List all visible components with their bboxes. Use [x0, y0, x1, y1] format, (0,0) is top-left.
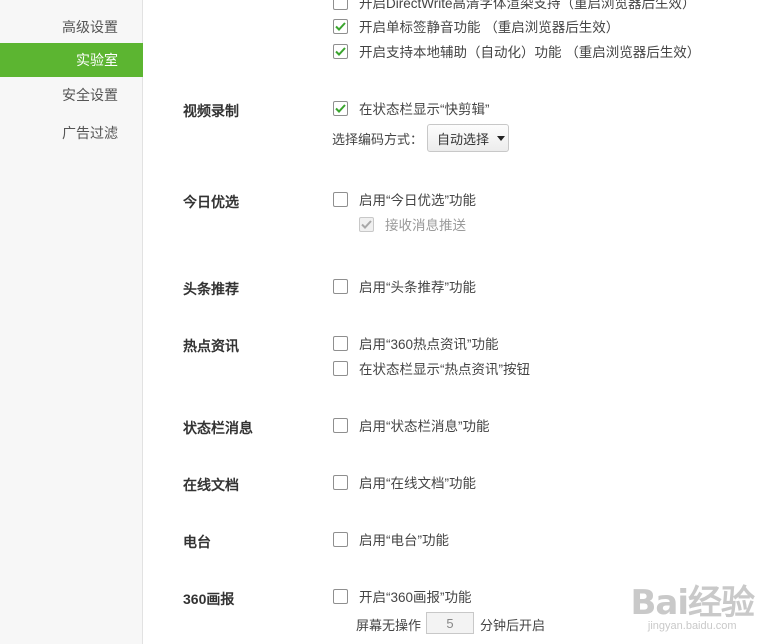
pictorial-checkbox[interactable]	[333, 588, 348, 604]
statusbar-message-checkbox[interactable]	[333, 417, 348, 433]
local-assist-label: 开启支持本地辅助（自动化）功能 （重启浏览器后生效）	[359, 45, 701, 60]
headline-title: 头条推荐	[183, 281, 239, 297]
hot-news-checkbox[interactable]	[333, 335, 348, 351]
tab-mute-checkbox[interactable]	[333, 18, 348, 34]
tab-mute-label: 开启单标签静音功能 （重启浏览器后生效）	[359, 20, 620, 35]
daily-picks-checkbox[interactable]	[333, 191, 348, 207]
tab-mute-option[interactable]: 开启单标签静音功能 （重启浏览器后生效）	[333, 16, 619, 36]
video-recording-title: 视频录制	[183, 103, 239, 119]
sidebar: 高级设置 实验室 安全设置 广告过滤	[0, 0, 143, 644]
baidu-jingyan-watermark: Bai经验 jingyan.baidu.com	[630, 583, 755, 632]
receive-push-label: 接收消息推送	[385, 218, 466, 233]
chevron-down-icon	[497, 135, 506, 141]
radio-option[interactable]: 启用“电台”功能	[333, 529, 449, 549]
statusbar-message-label: 启用“状态栏消息”功能	[359, 419, 490, 434]
statusbar-message-option[interactable]: 启用“状态栏消息”功能	[333, 415, 490, 435]
pictorial-label: 开启“360画报”功能	[359, 590, 472, 605]
watermark-logo: Bai经验	[630, 583, 755, 623]
daily-picks-option[interactable]: 启用“今日优选”功能	[333, 189, 476, 209]
watermark-url: jingyan.baidu.com	[647, 620, 737, 632]
headline-label: 启用“头条推荐”功能	[359, 280, 476, 295]
hot-news-label: 启用“360热点资讯”功能	[359, 337, 499, 352]
online-docs-title: 在线文档	[183, 477, 239, 493]
quick-clip-checkbox[interactable]	[333, 100, 348, 116]
local-assist-checkbox[interactable]	[333, 43, 348, 59]
online-docs-label: 启用“在线文档”功能	[359, 476, 476, 491]
sidebar-item-ad-filter[interactable]: 广告过滤	[0, 116, 143, 150]
local-assist-option[interactable]: 开启支持本地辅助（自动化）功能 （重启浏览器后生效）	[333, 41, 700, 61]
hot-news-option[interactable]: 启用“360热点资讯”功能	[333, 333, 499, 353]
statusbar-message-title: 状态栏消息	[183, 420, 253, 436]
headline-checkbox[interactable]	[333, 278, 348, 294]
headline-option[interactable]: 启用“头条推荐”功能	[333, 276, 476, 296]
receive-push-checkbox[interactable]	[359, 216, 374, 232]
directwrite-checkbox[interactable]	[333, 0, 348, 10]
idle-minutes-input[interactable]	[426, 612, 474, 634]
online-docs-checkbox[interactable]	[333, 474, 348, 490]
encoding-label: 选择编码方式：	[332, 132, 424, 147]
online-docs-option[interactable]: 启用“在线文档”功能	[333, 472, 476, 492]
quick-clip-option[interactable]: 在状态栏显示“快剪辑”	[333, 98, 490, 118]
hot-news-button-checkbox[interactable]	[333, 360, 348, 376]
pictorial-title: 360画报	[183, 591, 235, 607]
radio-checkbox[interactable]	[333, 531, 348, 547]
encoding-value: 自动选择	[437, 131, 490, 147]
pictorial-option[interactable]: 开启“360画报”功能	[333, 586, 472, 606]
hot-news-title: 热点资讯	[183, 338, 239, 354]
encoding-select[interactable]: 自动选择	[427, 124, 509, 152]
sidebar-item-lab[interactable]: 实验室	[0, 43, 143, 77]
idle-prefix-label: 屏幕无操作	[356, 618, 422, 633]
hot-news-button-option[interactable]: 在状态栏显示“热点资讯”按钮	[333, 358, 530, 378]
daily-picks-title: 今日优选	[183, 194, 239, 210]
hot-news-button-label: 在状态栏显示“热点资讯”按钮	[359, 362, 530, 377]
directwrite-label: 开启DirectWrite高清字体渲染支持（重启浏览器后生效）	[359, 0, 696, 11]
receive-push-option[interactable]: 接收消息推送	[359, 214, 466, 234]
sidebar-item-advanced-settings[interactable]: 高级设置	[0, 10, 143, 44]
idle-suffix-label: 分钟后开启	[480, 618, 546, 633]
radio-label: 启用“电台”功能	[359, 533, 449, 548]
directwrite-option[interactable]: 开启DirectWrite高清字体渲染支持（重启浏览器后生效）	[333, 0, 696, 12]
sidebar-item-security-settings[interactable]: 安全设置	[0, 78, 143, 112]
settings-panel: 开启DirectWrite高清字体渲染支持（重启浏览器后生效） 开启单标签静音功…	[143, 0, 782, 644]
daily-picks-label: 启用“今日优选”功能	[359, 193, 476, 208]
radio-title: 电台	[183, 534, 211, 550]
quick-clip-label: 在状态栏显示“快剪辑”	[359, 102, 490, 117]
